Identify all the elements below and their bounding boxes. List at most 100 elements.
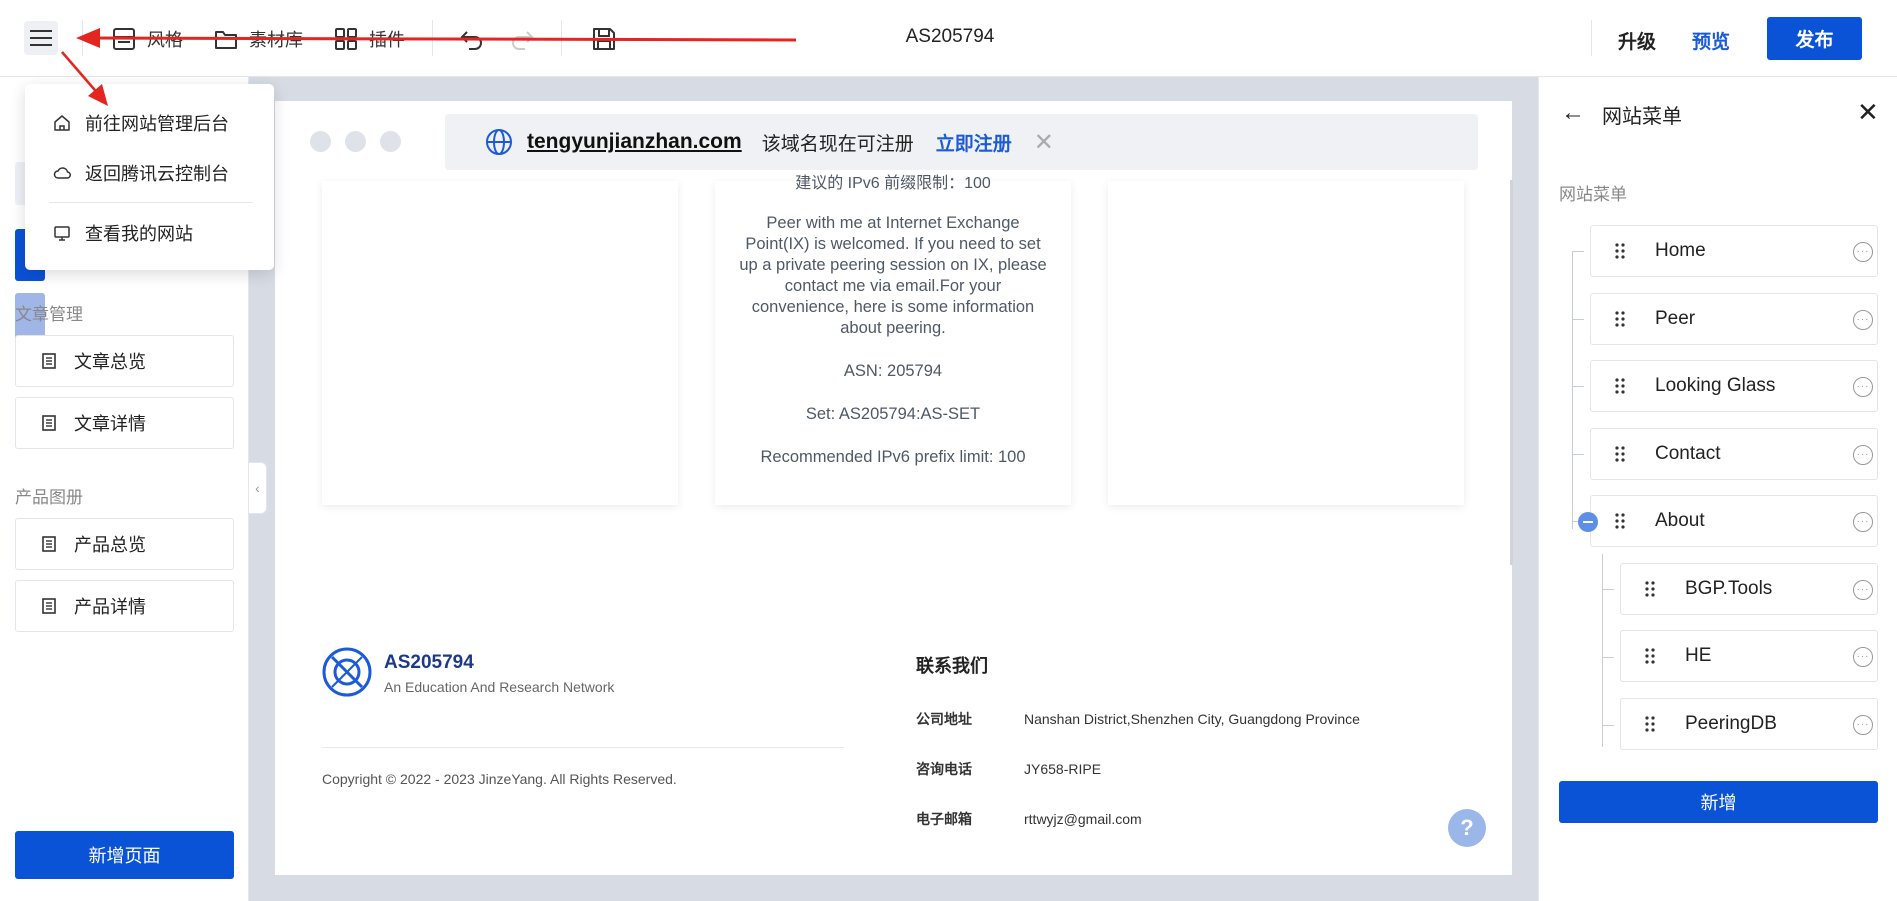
contact-key: 电子邮箱 [916,811,972,827]
menu-item-label: HE [1685,645,1712,666]
window-dots [310,131,401,152]
cloud-icon [53,167,71,179]
style-tool-label: 风格 [147,30,183,50]
document-icon [42,353,56,369]
more-icon[interactable]: ··· [1853,715,1873,735]
plugin-button[interactable]: 插件 [333,24,405,54]
drag-handle-icon[interactable] [1643,580,1657,598]
contact-value: Nanshan District,Shenzhen City, Guangdon… [1024,711,1360,727]
menu-item-he[interactable]: HE ··· [1620,630,1878,682]
plugin-label: 插件 [369,30,405,50]
card-paragraph: Recommended IPv6 prefix limit: 100 [760,448,1026,466]
content-card: 建议的 IPv6 前缀限制：100 Peer with me at Intern… [715,175,1071,505]
document-icon [42,415,56,431]
contact-value: JY658-RIPE [1024,761,1102,777]
copyright-text: Copyright © 2022 - 2023 JinzeYang. All R… [322,771,677,787]
site-title: AS205794 [905,26,995,47]
panel-title: 网站菜单 [1602,106,1682,128]
undo-button[interactable] [459,24,485,54]
menu-go-site-admin[interactable]: 前往网站管理后台 [53,110,229,136]
menu-view-my-site[interactable]: 查看我的网站 [53,220,193,246]
domain-message: 该域名现在可注册 [761,133,914,155]
drag-handle-icon[interactable] [1613,512,1627,530]
menu-item-label: BGP.Tools [1685,578,1773,599]
close-icon[interactable]: ✕ [1034,128,1054,157]
preview-button[interactable]: 预览 [1692,27,1730,54]
more-icon[interactable]: ··· [1853,242,1873,262]
redo-icon [512,31,534,50]
more-icon[interactable]: ··· [1853,310,1873,330]
more-icon[interactable]: ··· [1853,580,1873,600]
publish-button[interactable]: 发布 [1767,17,1862,60]
clipped-text: 建议的 IPv6 前缀限制：100 [795,175,991,192]
contact-title: 联系我们 [916,656,988,676]
hamburger-icon [30,30,52,46]
site-logo [322,647,372,697]
contact-row: 电子邮箱 rttwyjz@gmail.com [916,809,1142,829]
document-icon [42,536,56,552]
sidebar-item-product-overview[interactable]: 产品总览 [15,518,234,570]
save-button[interactable] [591,24,617,54]
drag-handle-icon[interactable] [1613,310,1627,328]
menu-item-about[interactable]: About ··· [1590,495,1878,547]
card-paragraph: Set: AS205794:AS-SET [805,405,981,423]
add-page-button[interactable]: 新增页面 [15,831,234,879]
menu-item-bgp-tools[interactable]: BGP.Tools ··· [1620,563,1878,615]
menu-item-peer[interactable]: Peer ··· [1590,293,1878,345]
menu-item-looking-glass[interactable]: Looking Glass ··· [1590,360,1878,412]
register-link[interactable]: 立即注册 [936,129,1012,156]
more-icon[interactable]: ··· [1853,445,1873,465]
more-icon[interactable]: ··· [1853,377,1873,397]
document-icon [42,598,56,614]
chevron-left-icon: ‹ [255,480,260,496]
menu-item-home[interactable]: Home ··· [1590,225,1878,277]
footer-tagline: An Education And Research Network [384,679,615,695]
drag-handle-icon[interactable] [1643,715,1657,733]
drag-handle-icon[interactable] [1613,377,1627,395]
globe-icon [486,129,512,155]
drag-handle-icon[interactable] [1613,242,1627,260]
menu-item-label: 返回腾讯云控制台 [85,164,229,184]
close-icon[interactable]: ✕ [1857,97,1879,128]
sidebar-item-product-detail[interactable]: 产品详情 [15,580,234,632]
menu-item-label: PeeringDB [1685,713,1777,734]
site-menu-panel: ← 网站菜单 ✕ 网站菜单 Home ··· Peer ··· Looking … [1538,77,1897,901]
collapse-sidebar-button[interactable]: ‹ [249,462,267,514]
footer-site-name: AS205794 [384,652,474,673]
sidebar-item-article-detail[interactable]: 文章详情 [15,397,234,449]
sidebar-item-label: 产品总览 [74,535,146,555]
drag-handle-icon[interactable] [1643,647,1657,665]
footer-divider [322,747,844,748]
drag-handle-icon[interactable] [1613,445,1627,463]
peering-info: Peer with me at Internet Exchange Point(… [735,213,1051,490]
more-icon[interactable]: ··· [1853,512,1873,532]
menu-divider [49,202,253,203]
sidebar-item-label: 文章总览 [74,352,146,372]
page-preview: tengyunjianzhan.com 该域名现在可注册 立即注册 ✕ 建议的 … [275,101,1512,875]
help-button[interactable]: ? [1448,809,1486,847]
sidebar-item-label: 文章详情 [74,414,146,434]
sidebar-item-label: 产品详情 [74,597,146,617]
domain-banner: tengyunjianzhan.com 该域名现在可注册 立即注册 ✕ [445,114,1478,170]
sidebar-item-article-overview[interactable]: 文章总览 [15,335,234,387]
menu-item-peeringdb[interactable]: PeeringDB ··· [1620,698,1878,750]
menu-item-contact[interactable]: Contact ··· [1590,428,1878,480]
material-library-label: 素材库 [249,30,303,50]
hamburger-menu-button[interactable] [24,21,58,55]
collapse-node-button[interactable] [1578,512,1598,532]
menu-item-label: Peer [1655,308,1696,329]
page-scrollbar[interactable] [1510,180,1513,565]
back-arrow-icon[interactable]: ← [1561,99,1585,127]
style-tool-button[interactable]: 风格 [111,24,183,54]
card-paragraph: ASN: 205794 [843,362,943,380]
add-menu-button[interactable]: 新增 [1559,781,1878,823]
domain-name: tengyunjianzhan.com [527,130,742,153]
redo-button[interactable] [509,24,535,54]
content-card [322,181,678,505]
section-title-products: 产品图册 [15,488,83,507]
card-paragraph: Peer with me at Internet Exchange Point(… [739,214,1047,337]
more-icon[interactable]: ··· [1853,647,1873,667]
material-library-button[interactable]: 素材库 [213,24,303,54]
menu-back-to-console[interactable]: 返回腾讯云控制台 [53,160,229,186]
upgrade-button[interactable]: 升级 [1618,27,1656,54]
